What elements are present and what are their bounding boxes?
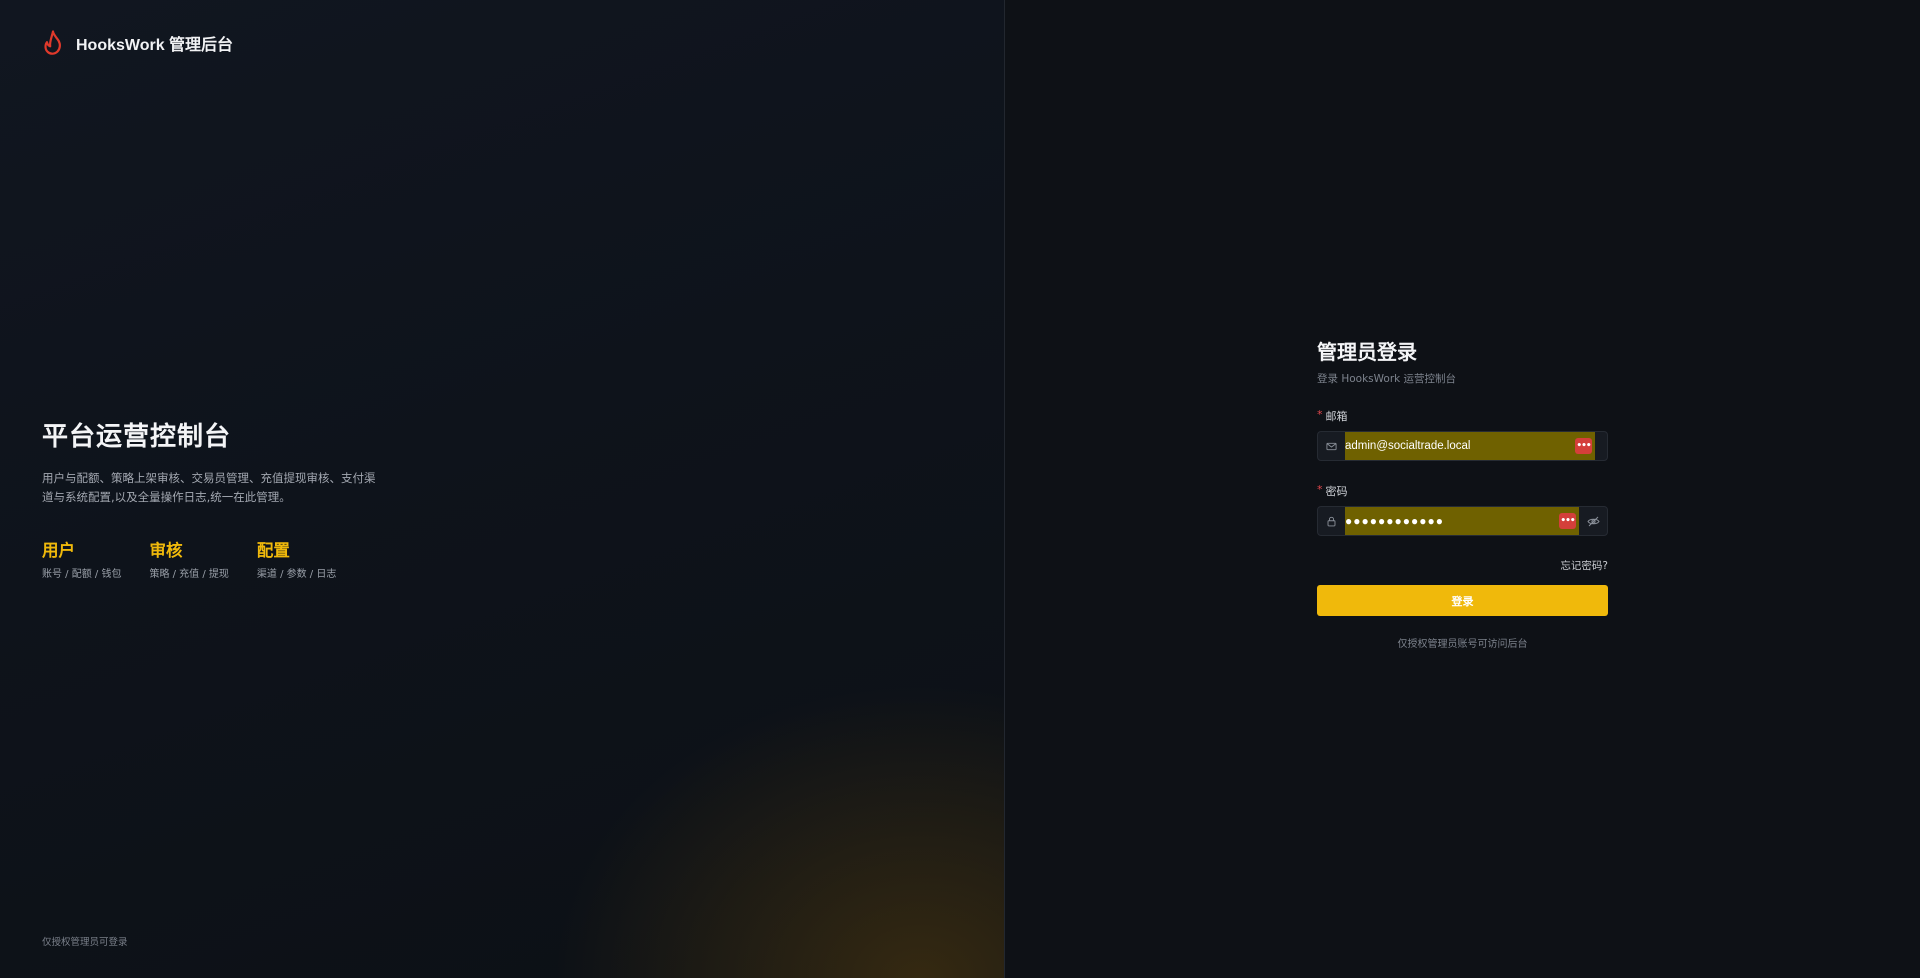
lock-icon	[1318, 507, 1345, 535]
login-form: 管理员登录 登录 HooksWork 运营控制台 * 邮箱 ••• * 密码	[1317, 336, 1608, 650]
login-title: 管理员登录	[1317, 340, 1417, 364]
email-input[interactable]	[1345, 432, 1595, 460]
forgot-row: 忘记密码?	[1317, 554, 1608, 573]
password-manager-icon[interactable]: •••	[1559, 513, 1576, 529]
password-autofill-highlight: •••	[1345, 507, 1579, 535]
feature-subtitle: 策略 / 充值 / 提现	[149, 569, 229, 580]
forgot-password-link[interactable]: 忘记密码?	[1560, 560, 1608, 572]
password-label-text: 密码	[1325, 485, 1348, 498]
password-input[interactable]	[1345, 507, 1579, 535]
password-label: * 密码	[1317, 483, 1608, 499]
feature-users: 用户 账号 / 配额 / 钱包	[42, 537, 121, 580]
password-field: •••	[1317, 506, 1608, 536]
login-panel: 管理员登录 登录 HooksWork 运营控制台 * 邮箱 ••• * 密码	[1005, 0, 1920, 978]
feature-title: 审核	[149, 541, 183, 560]
email-label: * 邮箱	[1317, 408, 1608, 424]
email-label-text: 邮箱	[1325, 410, 1348, 423]
login-button[interactable]: 登录	[1317, 585, 1608, 616]
feature-title: 配置	[256, 541, 290, 560]
brand: HooksWork 管理后台	[42, 30, 233, 56]
required-mark: *	[1317, 483, 1323, 496]
login-footnote: 仅授权管理员账号可访问后台	[1397, 639, 1528, 650]
required-mark: *	[1317, 408, 1323, 421]
hero-content: 平台运营控制台 用户与配额、策略上架审核、交易员管理、充值提现审核、支付渠道与系…	[42, 416, 382, 580]
hero-description: 用户与配额、策略上架审核、交易员管理、充值提现审核、支付渠道与系统配置,以及全量…	[42, 471, 376, 504]
hero-footer-note: 仅授权管理员可登录	[42, 937, 128, 948]
email-autofill-highlight: •••	[1345, 432, 1595, 460]
feature-subtitle: 账号 / 配额 / 钱包	[42, 569, 122, 580]
hero-title: 平台运营控制台	[42, 422, 232, 452]
password-manager-icon[interactable]: •••	[1575, 438, 1592, 454]
feature-list: 用户 账号 / 配额 / 钱包 审核 策略 / 充值 / 提现 配置 渠道 / …	[42, 537, 382, 580]
feature-title: 用户	[42, 541, 75, 560]
eye-off-icon[interactable]	[1579, 507, 1607, 535]
feature-subtitle: 渠道 / 参数 / 日志	[256, 569, 337, 580]
email-field: •••	[1317, 431, 1608, 461]
brand-name: HooksWork 管理后台	[76, 37, 234, 54]
feature-config: 配置 渠道 / 参数 / 日志	[257, 537, 336, 580]
login-page: HooksWork 管理后台 平台运营控制台 用户与配额、策略上架审核、交易员管…	[0, 0, 1920, 978]
feature-review: 审核 策略 / 充值 / 提现	[149, 537, 228, 580]
hero-panel: HooksWork 管理后台 平台运营控制台 用户与配额、策略上架审核、交易员管…	[0, 0, 1005, 978]
flame-icon	[42, 30, 64, 56]
login-subtitle: 登录 HooksWork 运营控制台	[1317, 373, 1457, 385]
mail-icon	[1318, 432, 1345, 460]
